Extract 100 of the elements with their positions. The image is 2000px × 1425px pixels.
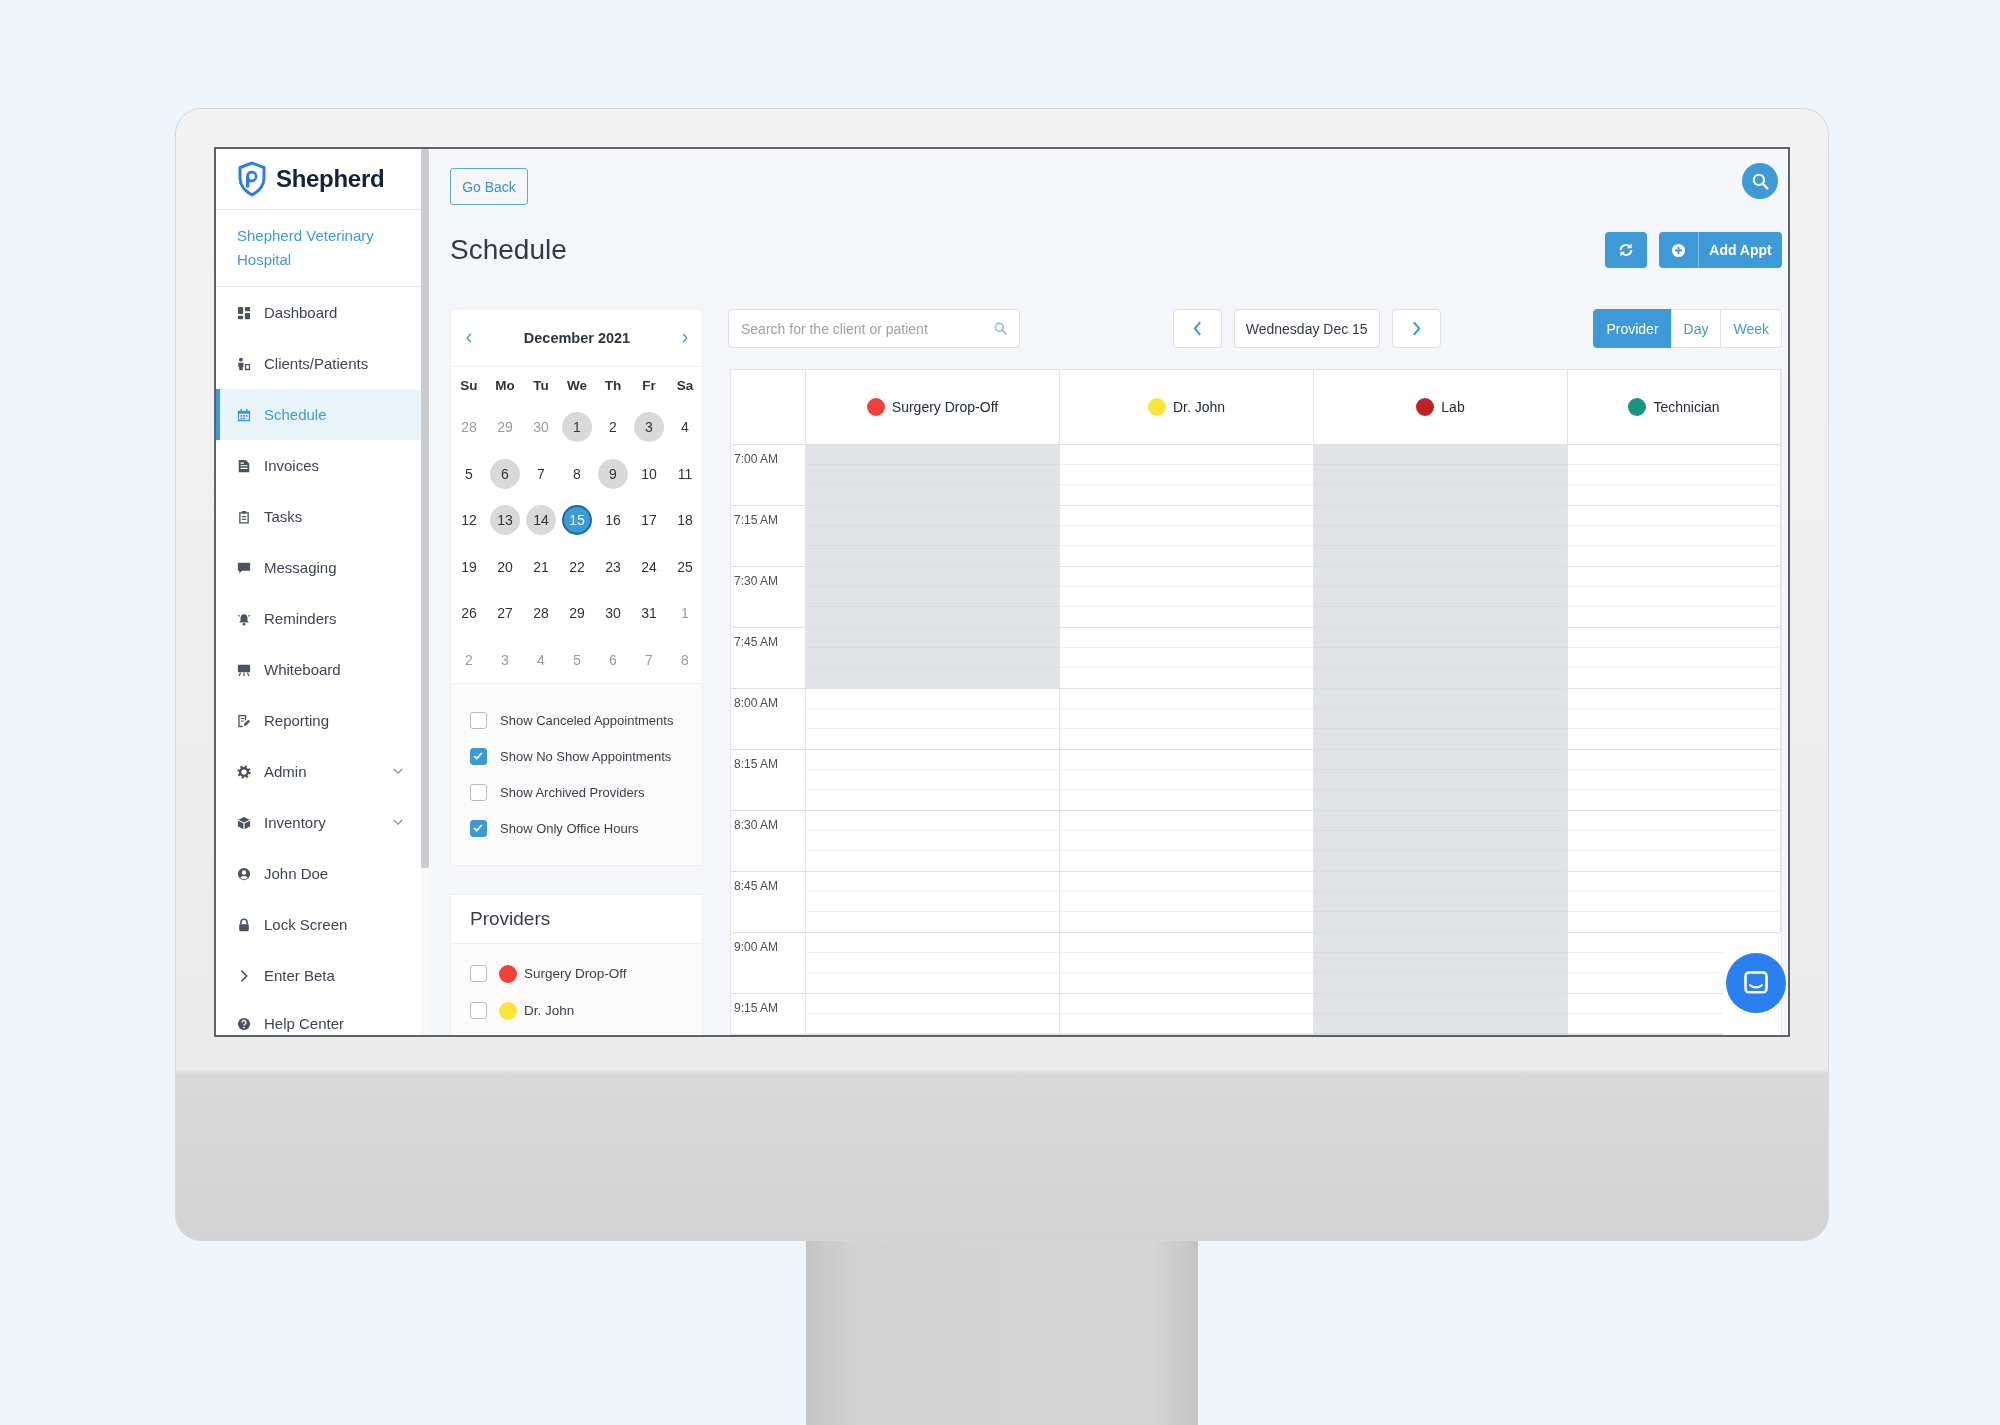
nav-item[interactable]: Messaging — [216, 542, 421, 593]
time-slot[interactable] — [1314, 689, 1568, 750]
time-slot[interactable] — [806, 811, 1060, 872]
calendar-day[interactable]: 7 — [526, 458, 556, 489]
time-slot[interactable] — [1568, 811, 1781, 872]
previous-day-button[interactable] — [1172, 309, 1222, 348]
nav-item[interactable]: John Doe — [216, 848, 421, 899]
time-slot[interactable] — [1314, 628, 1568, 689]
calendar-day[interactable]: 16 — [598, 505, 628, 536]
time-slot[interactable] — [1314, 872, 1568, 933]
calendar-day[interactable]: 22 — [562, 551, 592, 582]
nav-item[interactable]: Admin — [216, 746, 421, 797]
time-slot[interactable] — [1060, 933, 1314, 994]
time-slot[interactable] — [1314, 445, 1568, 506]
time-slot[interactable] — [806, 567, 1060, 628]
time-slot[interactable] — [1314, 567, 1568, 628]
nav-item[interactable]: Tasks — [216, 491, 421, 542]
calendar-day[interactable]: 19 — [454, 551, 484, 582]
scrollbar-thumb[interactable] — [421, 149, 429, 868]
time-slot[interactable] — [1568, 567, 1781, 628]
calendar-day[interactable]: 2 — [598, 412, 628, 443]
time-slot[interactable] — [1568, 750, 1781, 811]
next-day-button[interactable] — [1391, 309, 1441, 348]
time-slot[interactable] — [1314, 811, 1568, 872]
checkbox[interactable] — [470, 748, 487, 765]
option-label: Show No Show Appointments — [500, 749, 672, 764]
nav-item[interactable]: Dashboard — [216, 287, 421, 338]
search-button[interactable] — [1742, 163, 1778, 199]
checkbox[interactable] — [470, 712, 487, 729]
time-slot[interactable] — [1060, 445, 1314, 506]
time-slot[interactable] — [1314, 933, 1568, 994]
calendar-day[interactable]: 9 — [598, 458, 628, 489]
option-label: Show Canceled Appointments — [500, 713, 674, 728]
time-slot[interactable] — [1060, 628, 1314, 689]
calendar-day[interactable]: 17 — [634, 505, 664, 536]
calendar-day[interactable]: 20 — [490, 551, 520, 582]
time-slot[interactable] — [1568, 506, 1781, 567]
nav-item[interactable]: Clients/Patients — [216, 338, 421, 389]
column-header: Dr. John — [1172, 399, 1226, 415]
calendar-day[interactable]: 4 — [670, 412, 700, 443]
calendar-day[interactable]: 3 — [634, 412, 664, 443]
calendar-day[interactable]: 28 — [526, 598, 556, 629]
nav-item[interactable]: Reminders — [216, 593, 421, 644]
time-slot[interactable] — [806, 750, 1060, 811]
time-slot[interactable] — [1314, 506, 1568, 567]
time-slot[interactable] — [1314, 750, 1568, 811]
time-slot[interactable] — [806, 933, 1060, 994]
time-slot[interactable] — [1060, 872, 1314, 933]
check-icon — [472, 822, 484, 834]
calendar-day[interactable]: 31 — [634, 598, 664, 629]
calendar-day[interactable]: 30 — [598, 598, 628, 629]
calendar-day[interactable]: 29 — [562, 598, 592, 629]
calendar-day[interactable]: 12 — [454, 505, 484, 536]
calendar-day[interactable]: 8 — [562, 458, 592, 489]
time-slot[interactable] — [806, 994, 1060, 1035]
time-slot[interactable] — [806, 689, 1060, 750]
calendar-day[interactable]: 11 — [670, 458, 700, 489]
search-field[interactable]: Search for the client or patient — [728, 309, 1020, 348]
time-slot[interactable] — [1060, 567, 1314, 628]
time-slot[interactable] — [1060, 811, 1314, 872]
time-slot[interactable] — [806, 872, 1060, 933]
calendar-day[interactable]: 24 — [634, 551, 664, 582]
checkbox[interactable] — [470, 784, 487, 801]
nav-item[interactable]: Reporting — [216, 695, 421, 746]
nav-item[interactable]: Enter Beta — [216, 950, 421, 1001]
calendar-day[interactable]: 6 — [490, 458, 520, 489]
nav-item[interactable]: Invoices — [216, 440, 421, 491]
time-slot[interactable] — [1568, 689, 1781, 750]
refresh-button[interactable] — [1605, 232, 1647, 268]
time-slot[interactable] — [1568, 872, 1781, 933]
time-slot[interactable] — [1568, 628, 1781, 689]
calendar-day[interactable]: 5 — [454, 458, 484, 489]
time-slot[interactable] — [1060, 506, 1314, 567]
time-slot[interactable] — [806, 506, 1060, 567]
time-slot[interactable] — [1060, 750, 1314, 811]
calendar-day[interactable]: 13 — [490, 505, 520, 536]
calendar-day[interactable]: 26 — [454, 598, 484, 629]
calendar-day[interactable]: 23 — [598, 551, 628, 582]
calendar-day[interactable]: 18 — [670, 505, 700, 536]
checkbox[interactable] — [470, 965, 487, 982]
time-slot[interactable] — [1060, 994, 1314, 1035]
search-input[interactable]: Search for the client or patient — [741, 318, 986, 339]
nav-item[interactable]: Help Center — [216, 1001, 421, 1035]
calendar-day[interactable]: 21 — [526, 551, 556, 582]
calendar-day[interactable]: 27 — [490, 598, 520, 629]
nav-item[interactable]: Whiteboard — [216, 644, 421, 695]
calendar-day[interactable]: 10 — [634, 458, 664, 489]
checkbox[interactable] — [470, 1002, 487, 1019]
checkbox[interactable] — [470, 820, 487, 837]
time-slot[interactable] — [1568, 445, 1781, 506]
date-picker-button[interactable]: Wednesday Dec 15 — [1233, 309, 1380, 348]
time-slot[interactable] — [1060, 689, 1314, 750]
nav-item[interactable]: Lock Screen — [216, 899, 421, 950]
calendar-day[interactable]: 1 — [562, 412, 592, 443]
time-slot[interactable] — [806, 628, 1060, 689]
calendar-day[interactable]: 25 — [670, 551, 700, 582]
time-slot[interactable] — [1314, 994, 1568, 1035]
calendar-day[interactable]: 14 — [526, 505, 556, 536]
time-slot[interactable] — [806, 445, 1060, 506]
nav-item[interactable]: Inventory — [216, 797, 421, 848]
